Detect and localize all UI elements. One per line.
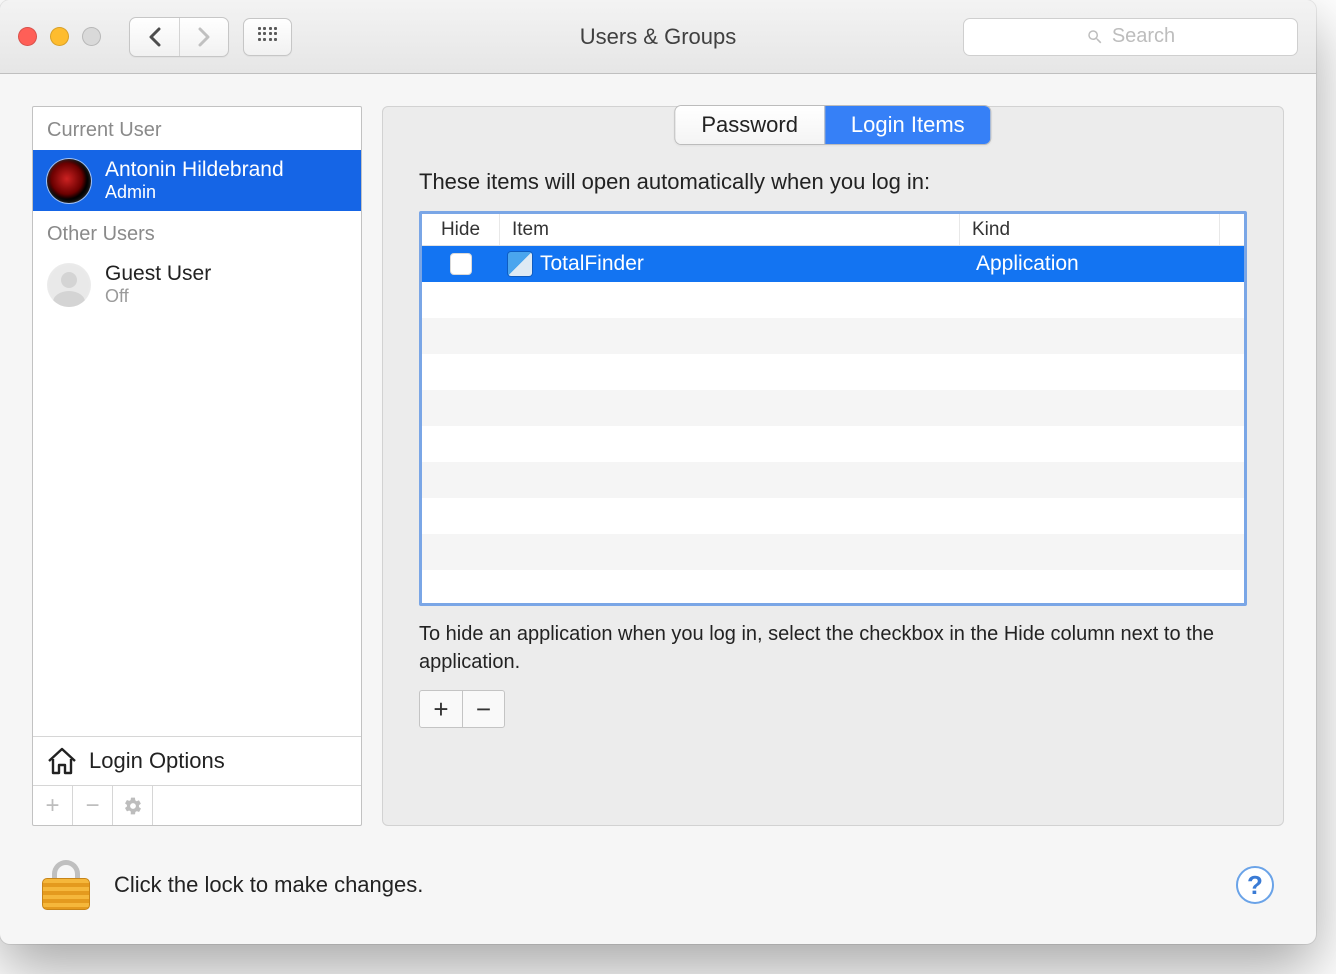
lock-button[interactable] [42, 860, 90, 910]
cell-item: TotalFinder [500, 252, 964, 276]
col-item[interactable]: Item [500, 214, 960, 245]
tab-strip: Password Login Items [674, 105, 991, 145]
current-user-label: Current User [33, 107, 361, 150]
hide-hint: To hide an application when you log in, … [419, 620, 1247, 676]
avatar [47, 159, 91, 203]
table-row [422, 354, 1244, 390]
home-icon [47, 747, 77, 775]
help-icon: ? [1247, 870, 1263, 901]
main-panel: Password Login Items These items will op… [382, 106, 1284, 826]
add-login-item-button[interactable]: + [420, 691, 462, 727]
user-actions-button[interactable] [113, 786, 153, 825]
table-row [422, 498, 1244, 534]
search-icon [1086, 28, 1104, 46]
login-items-table: Hide Item Kind TotalFinder Appli [419, 211, 1247, 606]
search-placeholder: Search [1112, 25, 1175, 48]
table-row [422, 318, 1244, 354]
forward-button[interactable] [179, 18, 228, 56]
help-button[interactable]: ? [1236, 866, 1274, 904]
login-options-button[interactable]: Login Options [33, 736, 361, 785]
cell-hide [422, 253, 500, 275]
footer: Click the lock to make changes. ? [0, 826, 1316, 944]
table-row[interactable]: TotalFinder Application [422, 246, 1244, 282]
table-row [422, 390, 1244, 426]
avatar [47, 263, 91, 307]
user-role: Off [105, 286, 211, 307]
plus-icon: + [433, 694, 448, 725]
table-row [422, 534, 1244, 570]
minus-icon: − [85, 792, 99, 820]
window-traffic-lights [18, 27, 101, 46]
back-button[interactable] [130, 18, 179, 56]
lock-body-icon [42, 878, 90, 910]
grid-icon [258, 27, 278, 47]
zoom-window-button[interactable] [82, 27, 101, 46]
app-icon [508, 252, 532, 276]
hide-checkbox[interactable] [450, 253, 472, 275]
content-area: Current User Antonin Hildebrand Admin Ot… [0, 74, 1316, 826]
nav-back-forward [129, 17, 229, 57]
search-field[interactable]: Search [963, 18, 1298, 56]
col-spacer [1220, 214, 1244, 245]
col-kind[interactable]: Kind [960, 214, 1220, 245]
user-name: Guest User [105, 262, 211, 286]
login-items-description: These items will open automatically when… [419, 169, 1247, 195]
table-row [422, 462, 1244, 498]
cell-kind: Application [964, 252, 1244, 276]
user-role: Admin [105, 182, 284, 203]
gear-icon [123, 796, 143, 816]
remove-user-button[interactable]: − [73, 786, 113, 825]
table-header: Hide Item Kind [422, 214, 1244, 246]
minimize-window-button[interactable] [50, 27, 69, 46]
add-user-button[interactable]: + [33, 786, 73, 825]
users-sidebar: Current User Antonin Hildebrand Admin Ot… [32, 106, 362, 826]
tab-password[interactable]: Password [675, 106, 824, 144]
sidebar-current-user[interactable]: Antonin Hildebrand Admin [33, 150, 361, 211]
show-all-button[interactable] [243, 18, 292, 56]
col-hide[interactable]: Hide [422, 214, 500, 245]
lock-text: Click the lock to make changes. [114, 872, 423, 898]
table-row [422, 282, 1244, 318]
minus-icon: − [476, 694, 491, 725]
other-users-label: Other Users [33, 211, 361, 254]
remove-login-item-button[interactable]: − [462, 691, 504, 727]
add-remove-buttons: + − [419, 690, 505, 728]
item-name: TotalFinder [540, 252, 644, 276]
plus-icon: + [45, 792, 59, 820]
table-row [422, 570, 1244, 606]
sidebar-edit-buttons: + − [33, 785, 361, 825]
tab-login-items[interactable]: Login Items [824, 106, 991, 144]
sidebar-guest-user[interactable]: Guest User Off [33, 254, 361, 315]
table-row [422, 426, 1244, 462]
table-body: TotalFinder Application [422, 246, 1244, 606]
titlebar: Users & Groups Search [0, 0, 1316, 74]
close-window-button[interactable] [18, 27, 37, 46]
user-name: Antonin Hildebrand [105, 158, 284, 182]
login-options-label: Login Options [89, 748, 225, 774]
preferences-window: Users & Groups Search Current User Anton… [0, 0, 1316, 944]
